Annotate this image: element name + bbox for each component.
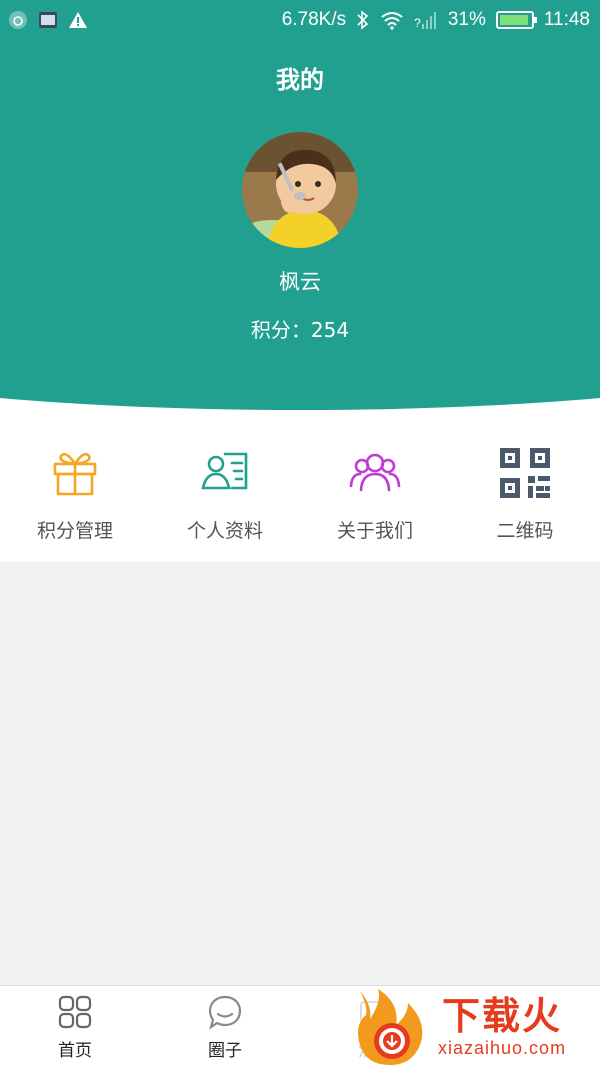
battery-percent: 31% — [447, 9, 486, 30]
menu-label: 积分管理 — [36, 520, 113, 542]
nav-label: 圈子 — [208, 1041, 242, 1061]
profile-header: 6.78K/s ? 31% 11:48 我的 枫云 积分：254 — [0, 0, 600, 420]
page-title: 我的 — [276, 66, 324, 94]
menu-label: 关于我们 — [336, 520, 413, 542]
nav-item-home[interactable]: 首页 — [0, 986, 150, 1067]
gift-icon — [53, 452, 97, 496]
warning-icon — [69, 12, 87, 28]
profile-card-icon — [201, 452, 248, 490]
watermark-title: 下载火 — [442, 993, 563, 1038]
battery-level — [499, 15, 529, 25]
chat-bubble-icon — [208, 995, 242, 1030]
clock: 11:48 — [543, 9, 590, 30]
wifi-icon — [381, 12, 403, 30]
menu-label: 个人资料 — [186, 520, 263, 542]
watermark-logo: 下载火 xiazaihuo.com — [352, 985, 600, 1067]
network-speed: 6.78K/s — [281, 9, 347, 30]
qrcode-icon — [500, 448, 550, 498]
menu-item-about[interactable]: 关于我们 — [300, 420, 450, 562]
shortcut-menu: 积分管理 个人资料 关于我们 二维码 — [0, 420, 600, 562]
nav-label: 首页 — [58, 1041, 92, 1061]
menu-item-profile[interactable]: 个人资料 — [150, 420, 300, 562]
grid-icon — [58, 995, 92, 1029]
avatar[interactable] — [242, 132, 358, 248]
notification-icon — [9, 11, 27, 29]
menu-label: 二维码 — [496, 520, 554, 542]
username: 枫云 — [279, 270, 321, 294]
status-bar: 6.78K/s ? 31% 11:48 — [0, 0, 600, 44]
group-icon — [349, 453, 401, 492]
cell-signal-icon: ? — [414, 11, 438, 29]
menu-item-qrcode[interactable]: 二维码 — [450, 420, 600, 562]
nav-item-circle[interactable]: 圈子 — [150, 986, 300, 1067]
bluetooth-icon — [357, 10, 369, 30]
flame-logo-icon — [358, 989, 423, 1065]
gallery-icon — [39, 12, 57, 28]
battery-icon — [495, 11, 537, 29]
menu-item-points[interactable]: 积分管理 — [0, 420, 150, 562]
points-text: 积分：254 — [250, 318, 350, 342]
watermark-url: xiazaihuo.com — [438, 1037, 567, 1058]
